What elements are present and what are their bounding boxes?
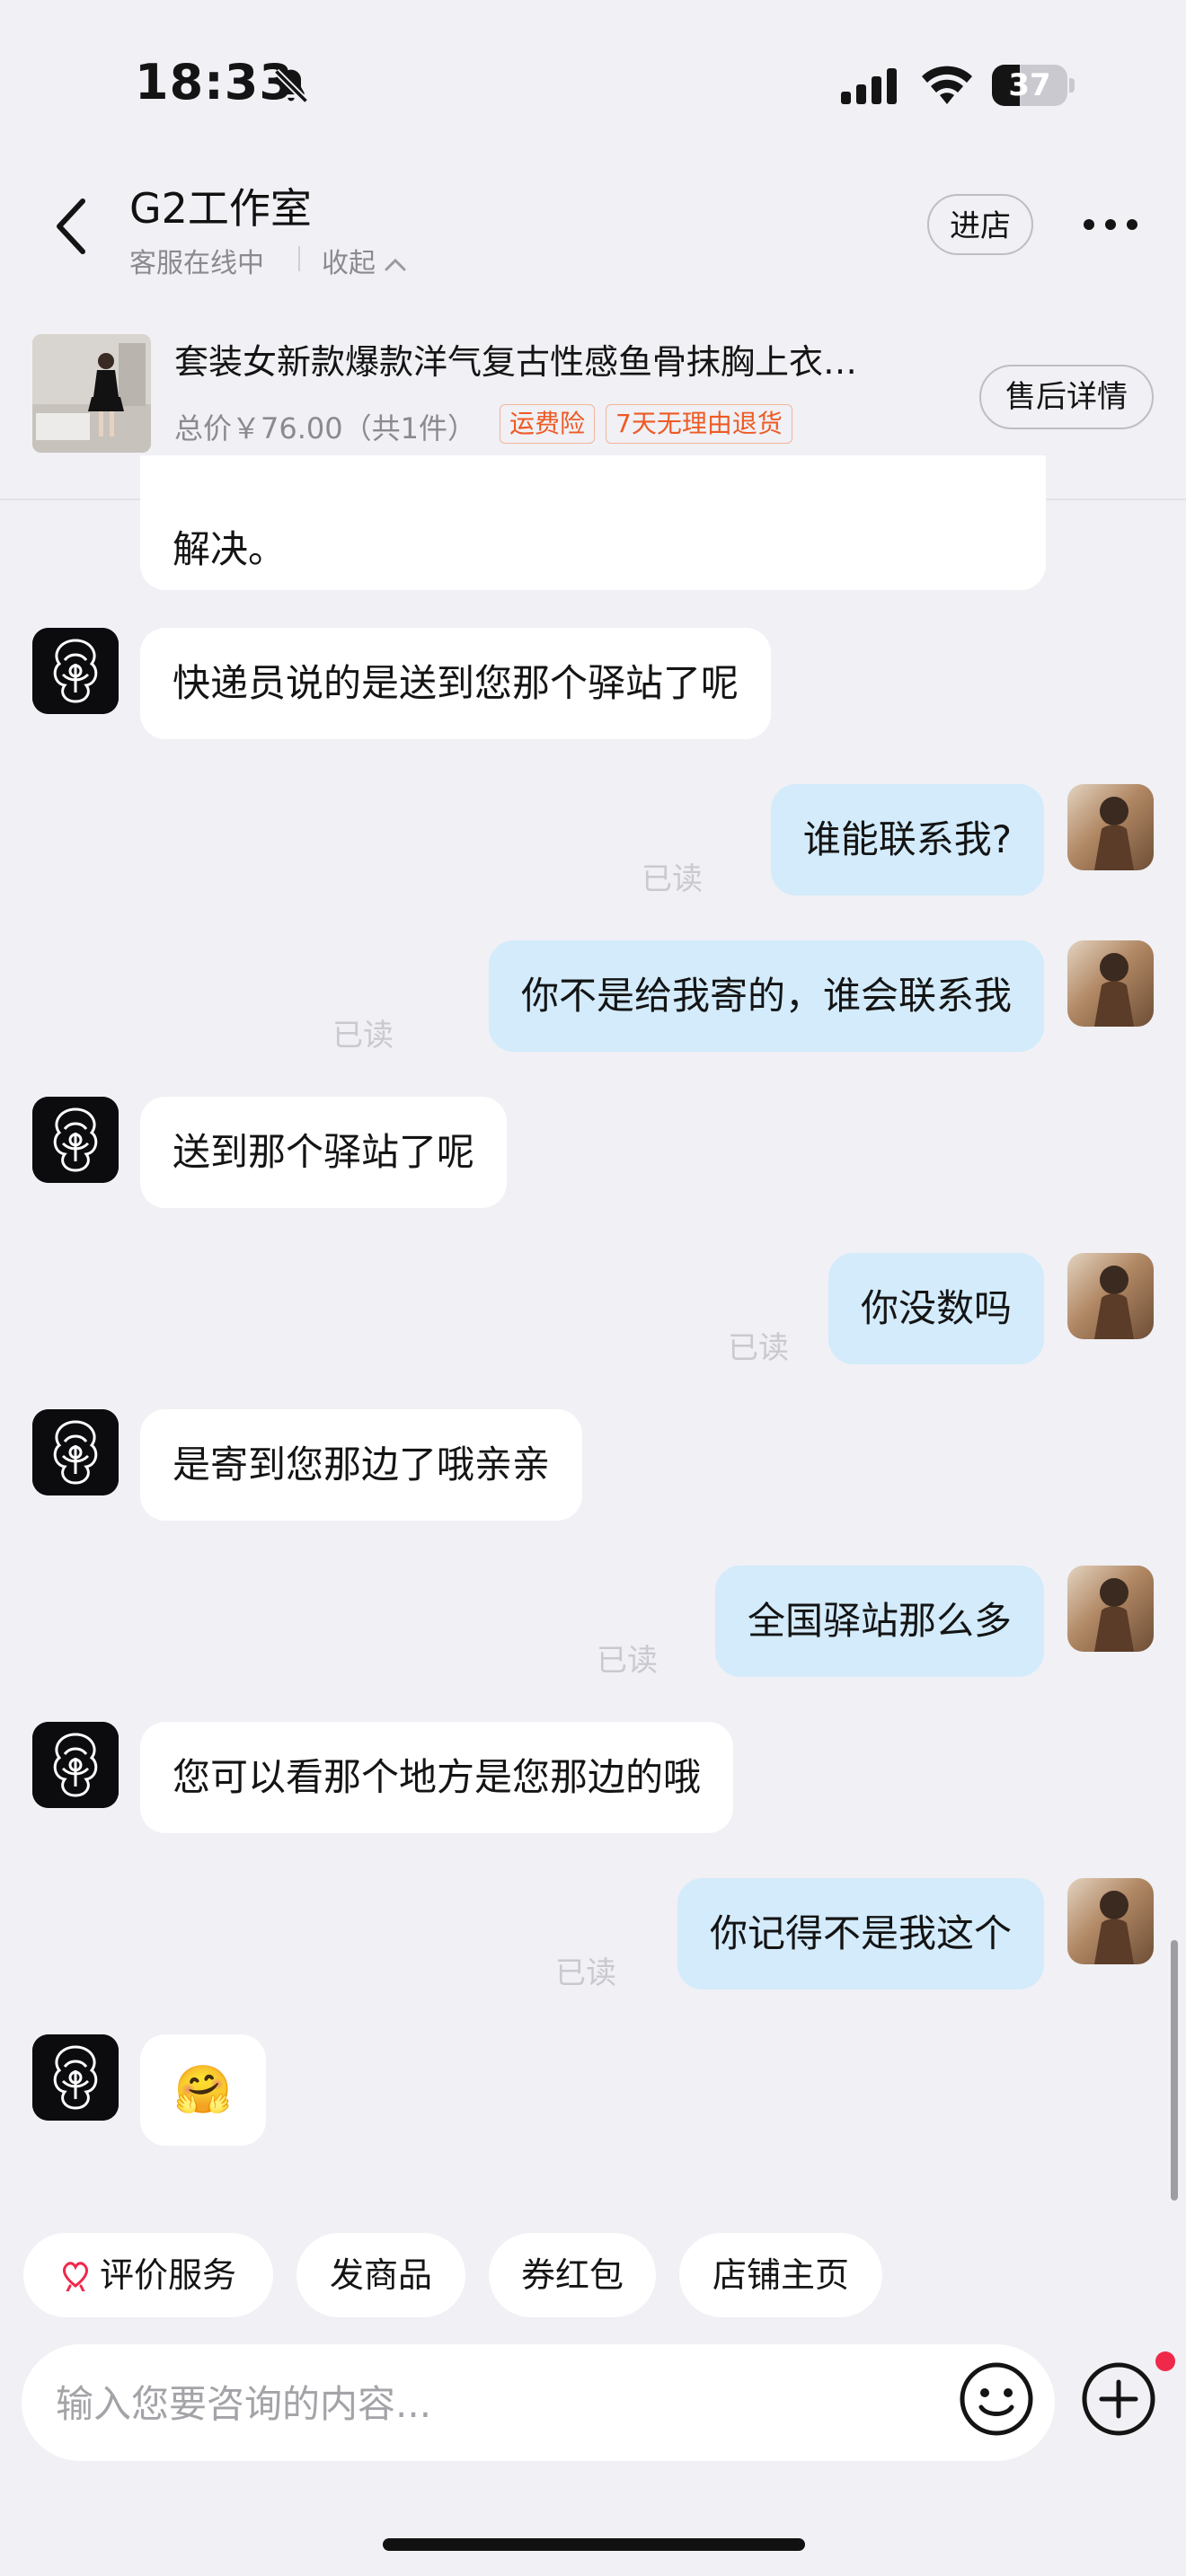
- divider: [298, 246, 300, 271]
- message-text: 谁能联系我?: [802, 817, 1012, 861]
- quick-actions: 评价服务 发商品 券红包 店铺主页: [0, 2233, 1186, 2319]
- message-bubble[interactable]: 快递员说的是送到您那个驿站了呢: [140, 628, 772, 739]
- coupon-button[interactable]: 券红包: [489, 2233, 656, 2317]
- message-text: 你不是给我寄的，谁会联系我: [520, 974, 1012, 1018]
- after-sale-button[interactable]: 售后详情: [979, 365, 1154, 429]
- shop-avatar[interactable]: [32, 628, 119, 714]
- service-status: 客服在线中: [129, 248, 264, 279]
- read-status: 已读: [728, 1330, 789, 1366]
- wifi-icon: [920, 65, 974, 108]
- user-avatar[interactable]: [1067, 1566, 1154, 1652]
- product-image[interactable]: [32, 334, 151, 453]
- message-text: 解决。: [173, 527, 287, 571]
- message-bubble[interactable]: 你没数吗: [828, 1253, 1044, 1364]
- store-home-button[interactable]: 店铺主页: [679, 2233, 882, 2317]
- message-text: 是寄到您那边了哦亲亲: [173, 1442, 551, 1486]
- more-dots-icon: [1084, 219, 1137, 230]
- tag-shipping-insurance: 运费险: [500, 404, 596, 444]
- message-bubble[interactable]: 您可以看那个地方是您那边的哦: [140, 1722, 734, 1833]
- collapse-toggle[interactable]: 收起: [322, 241, 408, 280]
- message-text: 送到那个驿站了呢: [173, 1130, 475, 1174]
- product-price: 总价￥76.00（共1件）: [174, 411, 476, 446]
- message-input[interactable]: [54, 2362, 920, 2445]
- chevron-up-icon: [385, 258, 406, 270]
- user-avatar[interactable]: [1067, 784, 1154, 870]
- shop-avatar[interactable]: [32, 2034, 119, 2121]
- signal-icon: [841, 68, 902, 108]
- user-avatar[interactable]: [1067, 1253, 1154, 1339]
- rate-service-label: 评价服务: [99, 2255, 236, 2295]
- notification-dot: [1155, 2351, 1175, 2371]
- enter-store-button[interactable]: 进店: [927, 194, 1033, 255]
- shop-avatar[interactable]: [32, 1097, 119, 1183]
- message-bubble[interactable]: 谁能联系我?: [770, 784, 1044, 895]
- read-status: 已读: [332, 1018, 394, 1054]
- scrollbar[interactable]: [1171, 1940, 1178, 2201]
- message-bubble[interactable]: 送到那个驿站了呢: [140, 1097, 508, 1208]
- message-emoji: 🤗: [173, 2063, 233, 2117]
- back-button[interactable]: [47, 190, 110, 262]
- tag-7day-return: 7天无理由退货: [606, 404, 792, 444]
- status-time: 18:33: [135, 54, 294, 110]
- read-status: 已读: [555, 1955, 616, 1991]
- input-bar: [22, 2344, 1055, 2461]
- shop-name[interactable]: G2工作室: [129, 176, 312, 235]
- message-bubble[interactable]: 🤗: [140, 2034, 266, 2146]
- user-avatar[interactable]: [1067, 1878, 1154, 1964]
- send-product-button[interactable]: 发商品: [296, 2233, 465, 2317]
- message-bubble[interactable]: 全国驿站那么多: [714, 1566, 1044, 1677]
- plus-circle-icon: [1082, 2362, 1155, 2436]
- message-bubble[interactable]: 你记得不是我这个: [677, 1878, 1044, 1989]
- message-text: 快递员说的是送到您那个驿站了呢: [173, 661, 739, 705]
- read-status: 已读: [597, 1643, 658, 1679]
- message-text: 你记得不是我这个: [709, 1911, 1012, 1955]
- user-avatar[interactable]: [1067, 940, 1154, 1027]
- chat-area[interactable]: 解决。 快递员说的是送到您那个驿站了呢 已读 谁能联系我? 已读 你不是给我寄的…: [0, 455, 1186, 2207]
- battery-icon: 37: [992, 65, 1075, 106]
- product-title[interactable]: 套装女新款爆款洋气复古性感鱼骨抹胸上衣…: [174, 334, 938, 384]
- emoji-button[interactable]: [958, 2360, 1035, 2438]
- status-bar: 18:33 37: [0, 0, 1186, 171]
- message-bubble[interactable]: 你不是给我寄的，谁会联系我: [488, 940, 1044, 1052]
- message-text: 您可以看那个地方是您那边的哦: [173, 1755, 702, 1799]
- rate-service-button[interactable]: 评价服务: [23, 2233, 273, 2317]
- bell-muted-icon: [271, 66, 311, 110]
- read-status: 已读: [642, 861, 703, 897]
- battery-cap: [1069, 78, 1075, 93]
- message-text: 全国驿站那么多: [747, 1599, 1012, 1643]
- collapse-label: 收起: [322, 248, 376, 279]
- message-bubble[interactable]: 解决。: [140, 455, 1046, 590]
- shop-avatar[interactable]: [32, 1409, 119, 1495]
- shop-avatar[interactable]: [32, 1722, 119, 1808]
- more-button[interactable]: [1078, 207, 1143, 243]
- message-bubble[interactable]: 是寄到您那边了哦亲亲: [140, 1409, 583, 1521]
- battery-body: 37: [992, 65, 1067, 106]
- message-text: 你没数吗: [860, 1286, 1012, 1330]
- plus-button[interactable]: [1080, 2360, 1157, 2438]
- smiley-icon: [960, 2362, 1033, 2436]
- rate-heart-icon: [63, 2261, 88, 2292]
- home-indicator[interactable]: [383, 2538, 805, 2551]
- battery-level: 37: [1008, 67, 1051, 103]
- back-arrow-icon: [57, 198, 85, 254]
